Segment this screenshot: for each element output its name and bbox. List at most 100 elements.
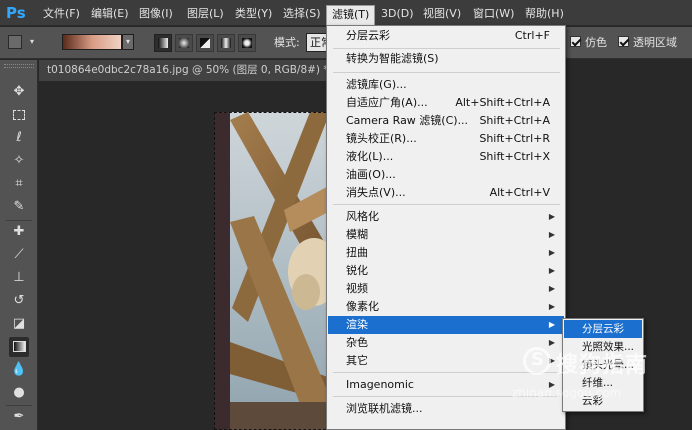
menu-3[interactable]: 图层(L) (182, 5, 229, 23)
menu-1[interactable]: 编辑(E) (86, 5, 134, 23)
gradient-tool-icon[interactable] (9, 337, 29, 357)
history-brush-tool-icon[interactable]: ↺ (9, 291, 29, 311)
filter-menu-item[interactable]: 风格化 ▶ (328, 208, 564, 226)
clone-stamp-tool-icon[interactable]: ⊥ (9, 268, 29, 288)
dither-checkbox[interactable]: 仿色 (570, 35, 607, 51)
menu-item-label: 分层云彩 (346, 29, 390, 42)
menu-10[interactable]: 帮助(H) (520, 5, 569, 23)
filter-menu-item[interactable]: 转换为智能滤镜(S) (328, 50, 564, 68)
render-submenu-item[interactable]: 分层云彩 (564, 320, 642, 338)
canvas-image[interactable] (214, 112, 336, 430)
filter-menu-item[interactable]: 滤镜库(G)... (328, 76, 564, 94)
menu-item-label: 消失点(V)... (346, 186, 406, 199)
filter-menu-item[interactable]: 像素化 ▶ (328, 298, 564, 316)
menu-item-label: 液化(L)... (346, 150, 394, 163)
panel-grip[interactable] (4, 64, 34, 68)
menu-item-shortcut: Shift+Ctrl+R (479, 132, 550, 145)
menu-5[interactable]: 选择(S) (278, 5, 326, 23)
submenu-arrow-icon: ▶ (548, 284, 555, 293)
transparency-label: 透明区域 (633, 36, 677, 49)
submenu-arrow-icon: ▶ (548, 212, 555, 221)
submenu-arrow-icon: ▶ (548, 266, 555, 275)
menu-6[interactable]: 滤镜(T) (326, 5, 376, 26)
blur-tool-icon[interactable]: 💧 (9, 360, 29, 380)
filter-menu-item[interactable]: 扭曲 ▶ (328, 244, 564, 262)
filter-menu-item[interactable]: 浏览联机滤镜... (328, 400, 564, 418)
healing-brush-tool-icon[interactable]: ✚ (9, 222, 29, 242)
sogou-logo-letter: S (531, 349, 544, 370)
menu-item-shortcut: Alt+Shift+Ctrl+A (455, 96, 550, 109)
filter-menu-item[interactable]: 自适应广角(A)... Alt+Shift+Ctrl+A (328, 94, 564, 112)
magic-wand-tool-icon[interactable]: ✧ (9, 151, 29, 171)
filter-menu-item[interactable]: 液化(L)... Shift+Ctrl+X (328, 148, 564, 166)
menu-bar: Ps 文件(F) 编辑(E) 图像(I) 图层(L) 类型(Y) 选择(S) 滤镜(T) 3D… (0, 0, 692, 26)
filter-menu-item[interactable]: 模糊 ▶ (328, 226, 564, 244)
menu-item-label: 其它 (346, 354, 368, 367)
linear-gradient-button[interactable] (154, 34, 172, 52)
menu-9[interactable]: 窗口(W) (468, 5, 519, 23)
mode-label: 模式: (274, 36, 300, 49)
marquee-tool-icon[interactable] (9, 105, 29, 125)
menu-item-label: 渲染 (346, 318, 368, 331)
filter-menu-item[interactable]: Camera Raw 滤镜(C)... Shift+Ctrl+A (328, 112, 564, 130)
dither-label: 仿色 (585, 36, 607, 49)
menu-item-label: Imagenomic (346, 378, 414, 391)
filter-menu-item[interactable]: 消失点(V)... Alt+Ctrl+V (328, 184, 564, 202)
submenu-arrow-icon: ▶ (548, 338, 555, 347)
diamond-gradient-button[interactable] (238, 34, 256, 52)
dodge-tool-icon[interactable]: ● (9, 383, 29, 403)
filter-menu-item[interactable]: 锐化 ▶ (328, 262, 564, 280)
menu-separator (333, 372, 560, 373)
toolbar-divider (6, 405, 32, 406)
menu-item-shortcut: Shift+Ctrl+A (479, 114, 550, 127)
angle-gradient-button[interactable] (196, 34, 214, 52)
menu-8[interactable]: 视图(V) (418, 5, 466, 23)
menu-7[interactable]: 3D(D) (376, 5, 419, 23)
menu-item-label: 镜头校正(R)... (346, 132, 417, 145)
document-tab[interactable]: t010864e0dbc2c78a16.jpg @ 50% (图层 0, RGB… (39, 60, 335, 81)
menu-4[interactable]: 类型(Y) (230, 5, 277, 23)
eraser-tool-icon[interactable]: ◪ (9, 314, 29, 334)
gradient-preview[interactable] (62, 34, 122, 50)
filter-menu-item[interactable]: 分层云彩 Ctrl+F (328, 27, 564, 45)
eyedropper-tool-icon[interactable]: ✎ (9, 197, 29, 217)
checkbox-check-icon (618, 36, 629, 47)
tool-preset-icon[interactable] (8, 35, 22, 49)
lasso-tool-icon[interactable]: ℓ (9, 128, 29, 148)
menu-2[interactable]: 图像(I) (134, 5, 178, 23)
move-tool-icon[interactable]: ✥ (9, 82, 29, 102)
menu-separator (333, 48, 560, 49)
filter-menu-item[interactable]: 油画(O)... (328, 166, 564, 184)
canvas-photo (214, 112, 336, 430)
menu-item-label: 扭曲 (346, 246, 368, 259)
photoshop-logo: Ps (6, 4, 26, 22)
checkbox-check-icon (570, 36, 581, 47)
submenu-arrow-icon: ▶ (548, 302, 555, 311)
menu-item-label: 像素化 (346, 300, 379, 313)
submenu-arrow-icon: ▶ (548, 248, 555, 257)
watermark-url: zhinan.sogou.com (512, 386, 622, 400)
menu-item-label: Camera Raw 滤镜(C)... (346, 114, 469, 127)
menu-item-label: 锐化 (346, 264, 368, 277)
menu-item-label: 浏览联机滤镜... (346, 402, 423, 415)
menu-separator (333, 72, 560, 73)
brush-tool-icon[interactable]: ⟋ (9, 245, 29, 265)
preset-dropdown-icon[interactable]: ▾ (30, 37, 40, 47)
menu-0[interactable]: 文件(F) (38, 5, 85, 23)
reflected-gradient-button[interactable] (217, 34, 235, 52)
menu-separator (333, 204, 560, 205)
gradient-dropdown-icon[interactable]: ▾ (122, 34, 134, 50)
filter-menu-item[interactable]: 镜头校正(R)... Shift+Ctrl+R (328, 130, 564, 148)
watermark-text: 搜狗指南 (556, 353, 649, 378)
transparency-checkbox[interactable]: 透明区域 (618, 35, 677, 51)
menu-item-label: 油画(O)... (346, 168, 396, 181)
document-tab-title: t010864e0dbc2c78a16.jpg @ 50% (图层 0, RGB… (47, 64, 329, 76)
pen-tool-icon[interactable]: ✒ (9, 407, 29, 427)
toolbar-divider (6, 220, 32, 221)
crop-tool-icon[interactable]: ⌗ (9, 174, 29, 194)
radial-gradient-button[interactable] (175, 34, 193, 52)
filter-menu-item[interactable]: 视频 ▶ (328, 280, 564, 298)
menu-item-label: 模糊 (346, 228, 368, 241)
filter-menu-item[interactable]: 渲染 ▶ (328, 316, 564, 334)
tools-panel: ✥ ℓ ✧ ⌗ ✎ ✚ ⟋ ⊥ ↺ ◪ 💧 ● ✒ (0, 60, 38, 430)
